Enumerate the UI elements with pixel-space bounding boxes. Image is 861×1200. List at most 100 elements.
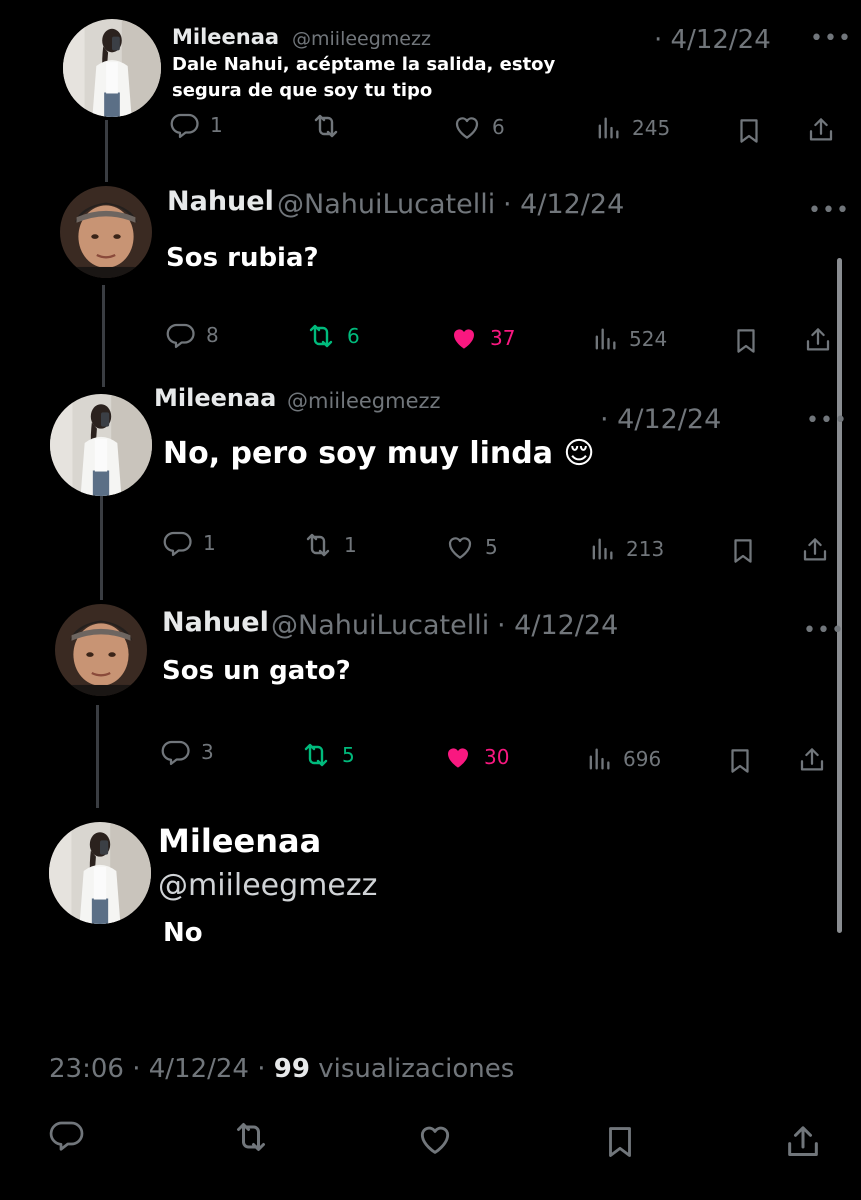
retweet-count: 5 — [342, 743, 355, 767]
tweet-text-line: Dale Nahui, acéptame la salida, estoy — [172, 54, 556, 75]
retweet-icon — [231, 1117, 271, 1157]
handle[interactable]: @NahuiLucatelli — [271, 610, 489, 641]
views-icon — [588, 535, 616, 563]
tweet-text: No — [163, 918, 203, 948]
reply-icon — [166, 320, 196, 350]
like-button[interactable] — [416, 1120, 454, 1158]
like-button[interactable]: 5 — [445, 532, 498, 562]
like-icon — [452, 112, 482, 142]
display-name[interactable]: Nahuel — [162, 607, 269, 638]
tweet-date[interactable]: · 4/12/24 — [497, 610, 618, 641]
thread-line — [96, 705, 99, 808]
views-button[interactable]: 245 — [594, 114, 670, 142]
views-icon — [585, 745, 613, 773]
avatar[interactable] — [63, 19, 161, 117]
thread-line — [102, 285, 105, 387]
bookmark-icon — [725, 745, 755, 777]
reply-button[interactable]: 3 — [161, 737, 214, 767]
handle[interactable]: @miileegmezz — [158, 868, 377, 903]
bookmark-button[interactable] — [728, 535, 758, 567]
tweet-text: Sos un gato? — [162, 656, 351, 686]
display-name[interactable]: Nahuel — [167, 186, 274, 217]
share-button[interactable] — [800, 534, 830, 566]
views-icon — [594, 114, 622, 142]
views-button[interactable]: 696 — [585, 745, 661, 773]
like-count: 6 — [492, 115, 505, 139]
reply-button[interactable]: 8 — [166, 320, 219, 350]
display-name[interactable]: Mileenaa — [154, 384, 276, 412]
reply-button[interactable]: 1 — [170, 110, 223, 140]
bookmark-icon — [601, 1122, 639, 1162]
avatar[interactable] — [50, 394, 152, 496]
reply-count: 1 — [203, 531, 216, 555]
retweet-count: 6 — [347, 324, 360, 348]
reply-count: 1 — [210, 113, 223, 137]
display-name[interactable]: Mileenaa — [172, 25, 279, 49]
reply-button[interactable] — [49, 1117, 85, 1153]
like-button[interactable]: 37 — [448, 323, 515, 353]
thread-line — [105, 120, 108, 182]
retweet-icon — [300, 739, 332, 771]
share-icon — [803, 324, 833, 356]
more-icon[interactable]: ••• — [806, 410, 848, 432]
reply-button[interactable]: 1 — [163, 528, 216, 558]
share-icon — [806, 114, 836, 146]
timestamp-text: 23:06 · 4/12/24 · — [49, 1054, 274, 1084]
handle[interactable]: @miileegmezz — [292, 28, 431, 50]
avatar[interactable] — [60, 186, 152, 278]
share-button[interactable] — [803, 324, 833, 356]
like-icon — [416, 1120, 454, 1158]
bookmark-button[interactable] — [734, 115, 764, 147]
like-button[interactable]: 6 — [452, 112, 505, 142]
view-count: 696 — [623, 747, 662, 771]
tweet-timestamp: 23:06 · 4/12/24 · 99 visualizaciones — [49, 1054, 514, 1084]
like-icon — [442, 742, 474, 772]
share-icon — [783, 1122, 823, 1162]
tweet-text: Sos rubia? — [166, 243, 319, 273]
reply-count: 3 — [201, 740, 214, 764]
share-icon — [797, 744, 827, 776]
views-button[interactable]: 524 — [591, 325, 667, 353]
views-icon — [591, 325, 619, 353]
tweet-text: Dale Nahui, acéptame la salida, estoy se… — [172, 52, 555, 104]
share-button[interactable] — [783, 1122, 823, 1162]
scrollbar[interactable] — [837, 258, 842, 933]
bookmark-button[interactable] — [601, 1122, 639, 1162]
bookmark-button[interactable] — [725, 745, 755, 777]
more-icon[interactable]: ••• — [808, 200, 850, 222]
bookmark-button[interactable] — [731, 325, 761, 357]
retweet-button[interactable] — [310, 110, 342, 142]
retweet-button[interactable]: 5 — [300, 739, 355, 771]
retweet-icon — [305, 320, 337, 352]
tweet-date[interactable]: · 4/12/24 — [600, 404, 721, 435]
retweet-count: 1 — [344, 533, 357, 557]
views-button[interactable]: 213 — [588, 535, 664, 563]
avatar[interactable] — [55, 604, 147, 696]
like-icon — [445, 532, 475, 562]
share-button[interactable] — [797, 744, 827, 776]
retweet-icon — [310, 110, 342, 142]
view-count: 213 — [626, 537, 665, 561]
view-count: 524 — [629, 327, 668, 351]
retweet-button[interactable]: 1 — [302, 529, 357, 561]
reply-icon — [161, 737, 191, 767]
thread-line — [100, 495, 103, 600]
more-icon[interactable]: ••• — [810, 28, 852, 50]
avatar[interactable] — [49, 822, 151, 924]
handle[interactable]: @miileegmezz — [287, 389, 441, 413]
tweet-text: No, pero soy muy linda 😌 — [163, 436, 595, 471]
reply-count: 8 — [206, 323, 219, 347]
tweet-date[interactable]: · 4/12/24 — [503, 189, 624, 220]
display-name[interactable]: Mileenaa — [158, 822, 321, 860]
handle[interactable]: @NahuiLucatelli — [277, 189, 495, 220]
view-count: 245 — [632, 116, 671, 140]
more-icon[interactable]: ••• — [803, 620, 845, 642]
like-button[interactable]: 30 — [442, 742, 509, 772]
bookmark-icon — [734, 115, 764, 147]
reply-icon — [49, 1117, 85, 1153]
share-button[interactable] — [806, 114, 836, 146]
retweet-button[interactable] — [231, 1117, 271, 1157]
retweet-button[interactable]: 6 — [305, 320, 360, 352]
views-label: visualizaciones — [318, 1054, 515, 1084]
tweet-date[interactable]: · 4/12/24 — [654, 25, 771, 55]
